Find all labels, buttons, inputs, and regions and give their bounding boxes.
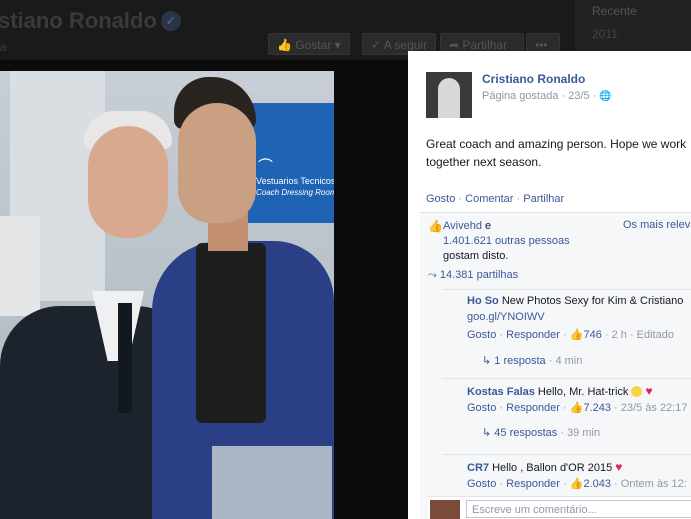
comment-like[interactable]: Gosto — [467, 478, 496, 490]
author-avatar[interactable] — [426, 72, 472, 118]
likes-connector: e — [481, 220, 492, 232]
thumbs-up-icon: 👍 — [569, 329, 584, 341]
replies-time: · 39 min — [560, 427, 601, 439]
replies-link[interactable]: ↳ 45 respostas · 39 min — [482, 426, 600, 439]
globe-icon: 🌐 — [599, 91, 612, 102]
comment-footer: Gosto · Responder · 👍2.043 · Ontem às 12… — [467, 478, 687, 490]
like-page-button[interactable]: 👍 Gostar ▾ — [268, 33, 350, 55]
likes-suffix: gostam disto. — [443, 250, 509, 262]
sidebar-recent-label[interactable]: Recente — [592, 4, 637, 18]
verified-icon: ✓ — [161, 11, 181, 31]
photo-player-jeans — [212, 446, 332, 519]
replies-time: · 4 min — [548, 355, 583, 367]
like-icon: 👍 — [428, 219, 443, 233]
sign-text-2: Coach Dressing Room — [256, 188, 334, 197]
sign-text-1: Vestuarios Tecnicos — [256, 176, 334, 186]
post-meta-text: Página gostada · 23/5 · — [482, 90, 597, 102]
comment-author[interactable]: Ho So — [467, 295, 499, 307]
comment-item: Kostas Falas Hello, Mr. Hat-trick ♥ Gost… — [442, 378, 691, 455]
comment-like[interactable]: Gosto — [467, 402, 496, 414]
background-sidebar: Recente 2011 — [575, 0, 691, 50]
comment-like-count[interactable]: 746 — [583, 329, 601, 341]
comment-time: · 23/5 às 22:17 — [614, 402, 688, 414]
shares-text: 14.381 partilhas — [439, 269, 519, 281]
comment-like[interactable]: Gosto — [467, 329, 496, 341]
post-actions: Gosto · Comentar · Partilhar — [426, 193, 564, 205]
comment-time: · 2 h · Editado — [604, 329, 674, 341]
shares-count[interactable]: ⤳ 14.381 partilhas — [428, 269, 518, 282]
replies-count: 1 resposta — [494, 355, 546, 367]
comment-action[interactable]: Comentar — [465, 193, 513, 205]
comment-like-count[interactable]: 2.043 — [583, 478, 611, 490]
thumbs-up-icon: 👍 — [569, 402, 584, 414]
comment-item: Ho So New Photos Sexy for Kim & Cristian… — [442, 289, 691, 377]
liker-name[interactable]: Avivehd — [443, 220, 482, 232]
comment-input[interactable]: Escreve um comentário... — [466, 500, 691, 518]
avatar-figure — [438, 78, 460, 118]
comment-line: Kostas Falas Hello, Mr. Hat-trick ♥ — [467, 384, 653, 398]
photo-coach-tie — [118, 303, 132, 413]
comment-composer: Escreve um comentário... — [428, 496, 691, 519]
comment-author[interactable]: Kostas Falas — [467, 386, 535, 398]
share-icon: ⤳ — [428, 269, 437, 281]
comment-item: CR7 Hello , Ballon d'OR 2015 ♥ Gosto · R… — [442, 454, 691, 495]
photo-player-face — [178, 103, 256, 223]
heart-icon: ♥ — [615, 460, 623, 474]
likes-count[interactable]: 1.401.621 outras pessoas — [443, 235, 570, 247]
background-page-subtitle: a — [0, 40, 7, 54]
photo-sign: ⌒ Vestuarios Tecnicos Coach Dressing Roo… — [248, 103, 334, 223]
comment-like-count[interactable]: 7.243 — [583, 402, 611, 414]
thumbs-up-icon: 👍 — [277, 38, 292, 52]
author-name[interactable]: Cristiano Ronaldo — [482, 72, 585, 86]
heart-icon: ♥ — [645, 384, 653, 398]
post-text: Great coach and amazing person. Hope we … — [426, 137, 687, 169]
thumbs-up-icon: 👍 — [569, 478, 584, 490]
comment-reply[interactable]: Responder — [506, 402, 560, 414]
comment-line: Ho So New Photos Sexy for Kim & Cristian… — [467, 295, 683, 307]
post-photo[interactable]: ⌒ Vestuarios Tecnicos Coach Dressing Roo… — [0, 71, 334, 519]
comment-footer: Gosto · Responder · 👍7.243 · 23/5 às 22:… — [467, 402, 688, 414]
like-action[interactable]: Gosto — [426, 193, 455, 205]
feedback-section: 👍 Avivehd e 1.401.621 outras pessoas gos… — [420, 212, 691, 519]
photo-background-person — [0, 216, 40, 316]
comment-line: CR7 Hello , Ballon d'OR 2015 ♥ — [467, 460, 622, 474]
comment-reply[interactable]: Responder — [506, 478, 560, 490]
post-meta: Página gostada · 23/5 · 🌐 — [482, 90, 612, 102]
reply-arrow-icon: ↳ — [482, 355, 492, 367]
reply-arrow-icon: ↳ — [482, 427, 492, 439]
comment-footer: Gosto · Responder · 👍746 · 2 h · Editado — [467, 329, 674, 341]
separator: · — [516, 193, 521, 205]
comment-author[interactable]: CR7 — [467, 462, 489, 474]
comment-reply[interactable]: Responder — [506, 329, 560, 341]
post-panel: Cristiano Ronaldo Página gostada · 23/5 … — [408, 51, 691, 519]
comment-text: New Photos Sexy for Kim & Cristiano — [498, 295, 684, 307]
comment-link[interactable]: goo.gl/YNOIWV — [467, 311, 545, 323]
likes-text: Avivehd e 1.401.621 outras pessoas gosta… — [443, 219, 583, 264]
most-relevant-dropdown[interactable]: Os mais releva — [623, 219, 691, 231]
replies-count: 45 respostas — [494, 427, 558, 439]
replies-link[interactable]: ↳ 1 resposta · 4 min — [482, 354, 582, 367]
background-page-title: stiano Ronaldo — [0, 8, 157, 33]
viewer-avatar — [430, 500, 460, 519]
photo-player-tshirt — [196, 243, 266, 423]
comment-text: Hello, Mr. Hat-trick — [534, 386, 629, 398]
separator: · — [458, 193, 463, 205]
smile-icon — [631, 386, 643, 397]
photo-coach-face — [88, 126, 168, 238]
likes-summary: 👍 Avivehd e 1.401.621 outras pessoas gos… — [428, 219, 691, 269]
share-action[interactable]: Partilhar — [523, 193, 564, 205]
sidebar-year[interactable]: 2011 — [592, 27, 618, 41]
comment-time: · Ontem às 12: — [614, 478, 687, 490]
hanger-icon: ⌒ — [258, 158, 274, 175]
comment-text: Hello , Ballon d'OR 2015 — [489, 462, 613, 474]
